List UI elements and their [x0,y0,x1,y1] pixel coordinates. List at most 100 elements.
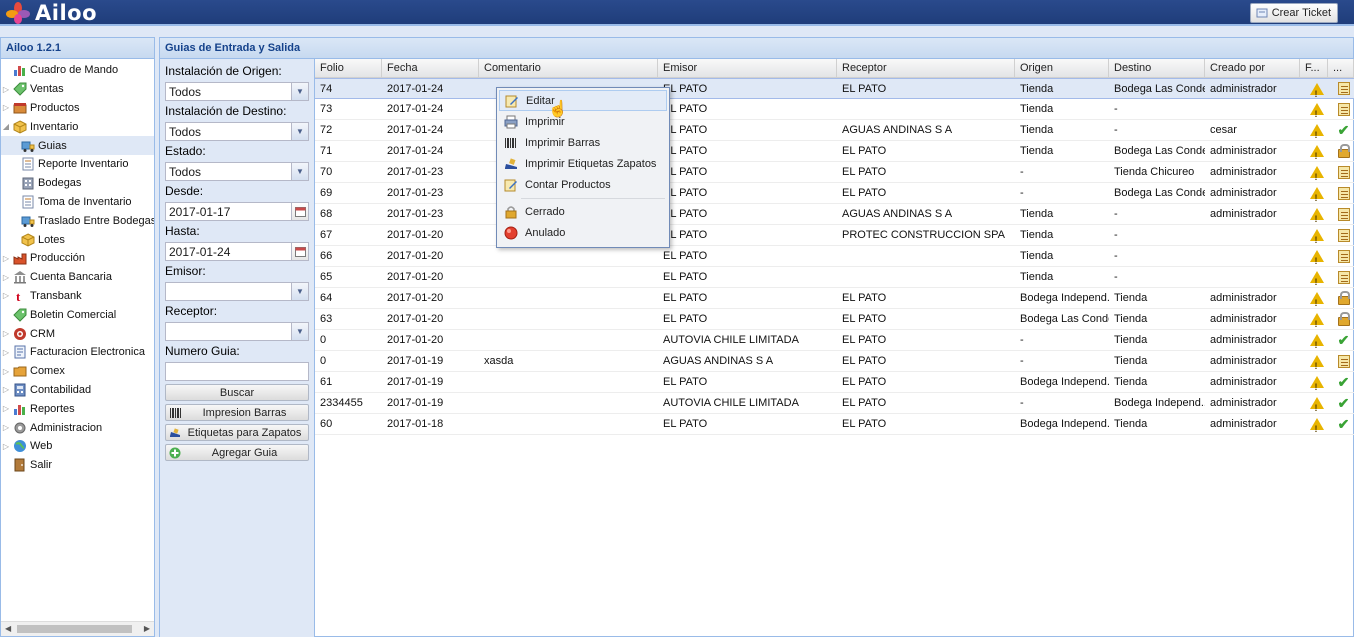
chevron-down-icon[interactable]: ▼ [291,163,308,180]
sidebar-item-producci-n[interactable]: ▷ Producción [1,249,154,268]
buscar-button[interactable]: Buscar [165,384,309,401]
chevron-down-icon[interactable]: ▼ [291,83,308,100]
expand-arrow-icon[interactable]: ▷ [1,423,11,432]
table-row[interactable]: 71 2017-01-24 EL PATO EL PATO Tienda Bodega L… [315,141,1354,162]
origen-select[interactable]: Todos ▼ [165,82,309,101]
status-cell[interactable] [1328,225,1354,245]
table-row[interactable]: 61 2017-01-19 EL PATO EL PATO Bodega Indepen… [315,372,1354,393]
sidebar-item-bodegas[interactable]: Bodegas [1,174,154,193]
table-row[interactable]: 63 2017-01-20 EL PATO EL PATO Bodega Las Con… [315,309,1354,330]
chevron-down-icon[interactable]: ▼ [291,123,308,140]
sidebar-item-salir[interactable]: Salir [1,456,154,475]
collapse-arrow-icon[interactable]: ◢ [1,122,11,131]
expand-arrow-icon[interactable]: ▷ [1,348,11,357]
sidebar-item-productos[interactable]: ▷ Productos [1,99,154,118]
receptor-select[interactable]: ▼ [165,322,309,341]
agregar-guia-button[interactable]: Agregar Guia [165,444,309,461]
table-row[interactable]: 65 2017-01-20 EL PATO Tienda - [315,267,1354,288]
status-cell[interactable] [1328,99,1354,119]
expand-arrow-icon[interactable]: ▷ [1,254,11,263]
status-cell[interactable]: ✔ [1328,393,1354,413]
expand-arrow-icon[interactable]: ▷ [1,291,11,300]
sidebar-item-cuenta-bancaria[interactable]: ▷ Cuenta Bancaria [1,268,154,287]
column-header-creado-por[interactable]: Creado por [1205,59,1300,77]
status-cell[interactable] [1328,288,1354,308]
expand-arrow-icon[interactable]: ▷ [1,329,11,338]
expand-arrow-icon[interactable]: ▷ [1,385,11,394]
table-row[interactable]: 67 2017-01-20 EL PATO PROTEC CONSTRUCCION S… [315,225,1354,246]
menu-item-imprimir-barras[interactable]: Imprimir Barras [499,132,667,153]
sidebar-item-traslado-entre-bodegas[interactable]: Traslado Entre Bodegas [1,211,154,230]
column-header-fecha[interactable]: Fecha [382,59,479,77]
sidebar-item-boletin-comercial[interactable]: Boletin Comercial [1,305,154,324]
table-row[interactable]: 64 2017-01-20 EL PATO EL PATO Bodega Indepen… [315,288,1354,309]
column-header-folio[interactable]: Folio [315,59,382,77]
menu-item-imprimir[interactable]: Imprimir [499,111,667,132]
sidebar-item-contabilidad[interactable]: ▷ Contabilidad [1,381,154,400]
sidebar-item-cuadro-de-mando[interactable]: Cuadro de Mando [1,61,154,80]
status-cell[interactable] [1328,246,1354,266]
column-header-[interactable]: ... [1328,59,1354,77]
numero-guia-input[interactable] [165,362,309,381]
sidebar-item-comex[interactable]: ▷ Comex [1,362,154,381]
expand-arrow-icon[interactable]: ▷ [1,404,11,413]
hasta-date-field[interactable]: 2017-01-24 [165,242,309,261]
expand-arrow-icon[interactable]: ▷ [1,367,11,376]
sidebar-item-facturacion-electronica[interactable]: ▷ Facturacion Electronica [1,343,154,362]
status-cell[interactable]: ✔ [1328,330,1354,350]
sidebar-item-crm[interactable]: ▷ CRM [1,324,154,343]
chevron-down-icon[interactable]: ▼ [291,283,308,300]
status-cell[interactable] [1328,79,1354,98]
table-row[interactable]: 0 2017-01-20 AUTOVIA CHILE LIMITADA EL PATO… [315,330,1354,351]
sidebar-item-lotes[interactable]: Lotes [1,230,154,249]
status-cell[interactable] [1328,204,1354,224]
calendar-icon[interactable] [291,243,308,260]
table-row[interactable]: 2334455 2017-01-19 AUTOVIA CHILE LIMITADA E… [315,393,1354,414]
table-row[interactable]: 0 2017-01-19 xasda AGUAS ANDINAS S A EL PATO… [315,351,1354,372]
status-cell[interactable] [1328,309,1354,329]
sidebar-item-administracion[interactable]: ▷ Administracion [1,418,154,437]
table-row[interactable]: 74 2017-01-24 EL PATO EL PATO Tienda Bodega L… [315,78,1354,99]
expand-arrow-icon[interactable]: ▷ [1,103,11,112]
sidebar-item-toma-de-inventario[interactable]: Toma de Inventario [1,193,154,212]
table-row[interactable]: 70 2017-01-23 EL PATO EL PATO - Tienda Chicur… [315,162,1354,183]
status-cell[interactable]: ✔ [1328,414,1354,434]
sidebar-item-web[interactable]: ▷ Web [1,437,154,456]
estado-select[interactable]: Todos ▼ [165,162,309,181]
chevron-down-icon[interactable]: ▼ [291,323,308,340]
column-header-f[interactable]: F... [1300,59,1328,77]
table-row[interactable]: 69 2017-01-23 EL PATO EL PATO - Bodega Las Co… [315,183,1354,204]
status-cell[interactable] [1328,267,1354,287]
sidebar-item-inventario[interactable]: ◢ Inventario [1,117,154,136]
nav-horizontal-scrollbar[interactable]: ◀ ▶ [1,621,154,636]
scroll-left-icon[interactable]: ◀ [5,624,11,633]
calendar-icon[interactable] [291,203,308,220]
table-row[interactable]: 72 2017-01-24 EL PATO AGUAS ANDINAS S A Tien… [315,120,1354,141]
expand-arrow-icon[interactable]: ▷ [1,85,11,94]
emisor-select[interactable]: ▼ [165,282,309,301]
status-cell[interactable] [1328,162,1354,182]
sidebar-item-transbank[interactable]: ▷ t Transbank [1,287,154,306]
table-row[interactable]: 68 2017-01-23 EL PATO AGUAS ANDINAS S A Tien… [315,204,1354,225]
status-cell[interactable] [1328,351,1354,371]
sidebar-item-reportes[interactable]: ▷ Reportes [1,399,154,418]
etiquetas-zapatos-button[interactable]: Etiquetas para Zapatos [165,424,309,441]
menu-item-anulado[interactable]: Anulado [499,222,667,243]
desde-date-field[interactable]: 2017-01-17 [165,202,309,221]
sidebar-item-guias[interactable]: Guias [1,136,154,155]
table-row[interactable]: 73 2017-01-24 EL PATO Tienda - [315,99,1354,120]
scroll-right-icon[interactable]: ▶ [144,624,150,633]
menu-item-contar-productos[interactable]: Contar Productos [499,174,667,195]
status-cell[interactable]: ✔ [1328,372,1354,392]
status-cell[interactable] [1328,183,1354,203]
destino-select[interactable]: Todos ▼ [165,122,309,141]
menu-item-cerrado[interactable]: Cerrado [499,201,667,222]
status-cell[interactable] [1328,141,1354,161]
menu-item-editar[interactable]: Editar [499,90,667,111]
status-cell[interactable]: ✔ [1328,120,1354,140]
column-header-origen[interactable]: Origen [1015,59,1109,77]
column-header-comentario[interactable]: Comentario [479,59,658,77]
column-header-receptor[interactable]: Receptor [837,59,1015,77]
menu-item-imprimir-etiquetas-zapatos[interactable]: Imprimir Etiquetas Zapatos [499,153,667,174]
column-header-destino[interactable]: Destino [1109,59,1205,77]
